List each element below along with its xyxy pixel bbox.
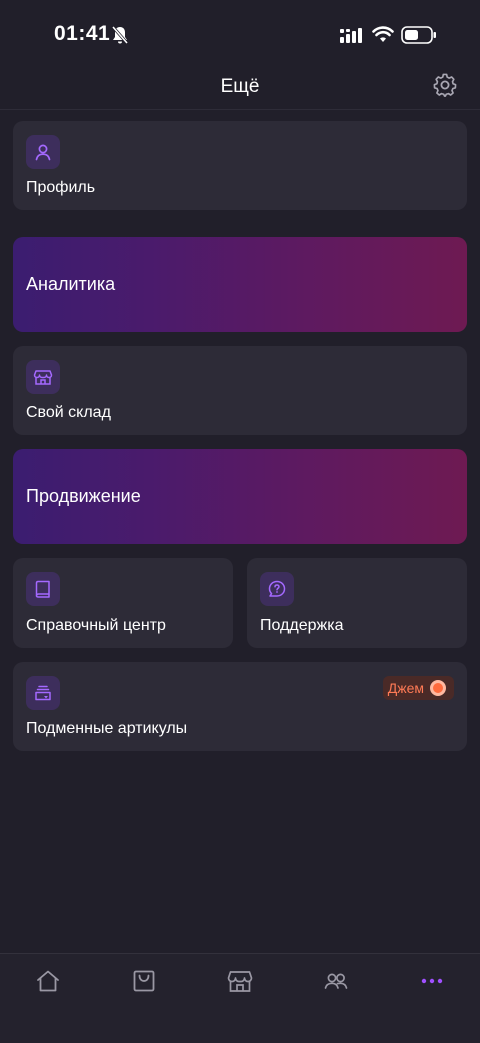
bottom-nav [0, 953, 480, 1043]
substitute-label: Подменные артикулы [26, 720, 188, 737]
battery-icon [401, 26, 436, 44]
jam-badge: Джем [382, 676, 454, 700]
help-center-icon-box [26, 572, 60, 606]
profile-card[interactable]: Профиль [13, 121, 467, 210]
jam-badge-text: Джем [387, 680, 424, 696]
substitute-icon-box [26, 676, 60, 710]
store-icon [33, 370, 53, 385]
warehouse-card[interactable]: Свой склад [13, 346, 467, 435]
user-icon [35, 144, 51, 161]
help-chat-icon [268, 580, 286, 597]
profile-icon-box [26, 135, 60, 169]
more-screen: 01:41 Ещё Профиль Аналитика Свой склад П… [0, 0, 480, 1043]
more-icon [421, 978, 443, 984]
bell-muted-icon [111, 26, 129, 44]
jam-badge-dot [430, 680, 446, 696]
help-center-label: Справочный центр [26, 617, 166, 634]
analytics-card[interactable]: Аналитика [13, 237, 467, 332]
help-center-card[interactable]: Справочный центр [13, 558, 233, 648]
support-label: Поддержка [260, 617, 344, 634]
bag-icon [133, 970, 155, 992]
store-icon [227, 971, 253, 992]
nav-more[interactable] [417, 966, 447, 996]
page-title: Ещё [220, 76, 260, 97]
substitute-articles-card[interactable]: Джем Подменные артикулы [13, 662, 467, 751]
profile-label: Профиль [26, 179, 96, 196]
home-icon [37, 970, 59, 992]
nav-home[interactable] [33, 966, 63, 996]
nav-store[interactable] [225, 966, 255, 996]
warehouse-label: Свой склад [26, 404, 111, 421]
wifi-icon [372, 26, 394, 42]
status-time: 01:41 [54, 22, 111, 45]
header: Ещё [0, 62, 480, 110]
analytics-label: Аналитика [26, 274, 116, 294]
nav-community[interactable] [321, 966, 351, 996]
nav-orders[interactable] [129, 966, 159, 996]
book-icon [35, 580, 50, 598]
status-bar: 01:41 [0, 0, 480, 68]
warehouse-icon-box [26, 360, 60, 394]
promotion-card[interactable]: Продвижение [13, 449, 467, 544]
users-icon [324, 973, 348, 989]
gear-icon[interactable] [432, 72, 458, 98]
support-icon-box [260, 572, 294, 606]
stack-icon [35, 685, 51, 701]
promotion-label: Продвижение [26, 486, 141, 506]
signal-icon [340, 28, 362, 43]
support-card[interactable]: Поддержка [247, 558, 467, 648]
